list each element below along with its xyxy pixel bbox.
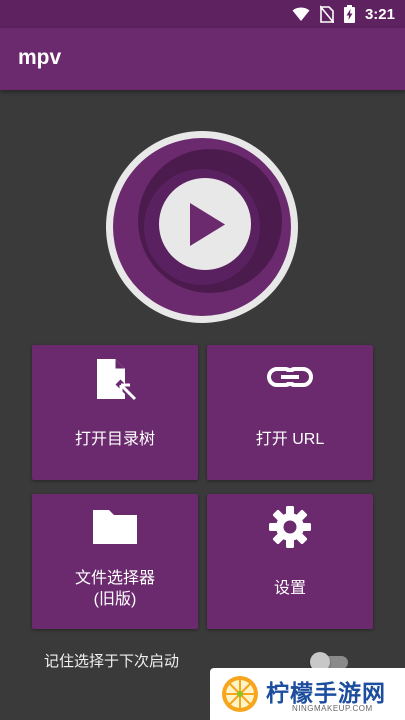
tile-label: 打开 URL (255, 431, 325, 448)
app-title: mpv (18, 46, 62, 69)
open-url-button[interactable]: 打开 URL (207, 345, 373, 480)
link-icon-wrap (207, 361, 373, 393)
watermark-text: 柠檬手游网 (266, 680, 386, 706)
tile-label: 打开目录树 (74, 431, 155, 448)
battery-charging-icon (343, 5, 355, 23)
legacy-file-picker-button[interactable]: 文件选择器 (旧版) (32, 494, 198, 629)
mpv-logo (106, 131, 298, 323)
remember-choice-label: 记住选择于下次启动 (44, 653, 180, 670)
no-sim-icon (319, 5, 334, 23)
status-icons: 3:21 (292, 4, 395, 24)
folder-icon-wrap (32, 506, 198, 546)
folder-icon (93, 510, 137, 544)
tile-label-line2: (旧版) (93, 591, 137, 608)
open-directory-tree-button[interactable]: 打开目录树 (32, 345, 198, 480)
settings-gear-icon-wrap (207, 504, 373, 550)
tile-label: 设置 (273, 580, 306, 597)
settings-gear-icon (269, 506, 311, 548)
lemon-logo-icon (222, 676, 258, 712)
status-bar: 3:21 (0, 0, 405, 28)
file-open-icon-wrap (32, 357, 198, 405)
settings-button[interactable]: 设置 (207, 494, 373, 629)
watermark-subtext: NINGMAKEUP.COM (292, 704, 373, 713)
status-time: 3:21 (364, 5, 395, 23)
tile-label-line1: 文件选择器 (74, 570, 155, 587)
wifi-icon (292, 7, 310, 21)
file-open-icon (97, 359, 139, 405)
app-bar: mpv (0, 28, 405, 90)
link-icon (267, 367, 313, 387)
watermark: 柠檬手游网 NINGMAKEUP.COM (210, 668, 405, 720)
